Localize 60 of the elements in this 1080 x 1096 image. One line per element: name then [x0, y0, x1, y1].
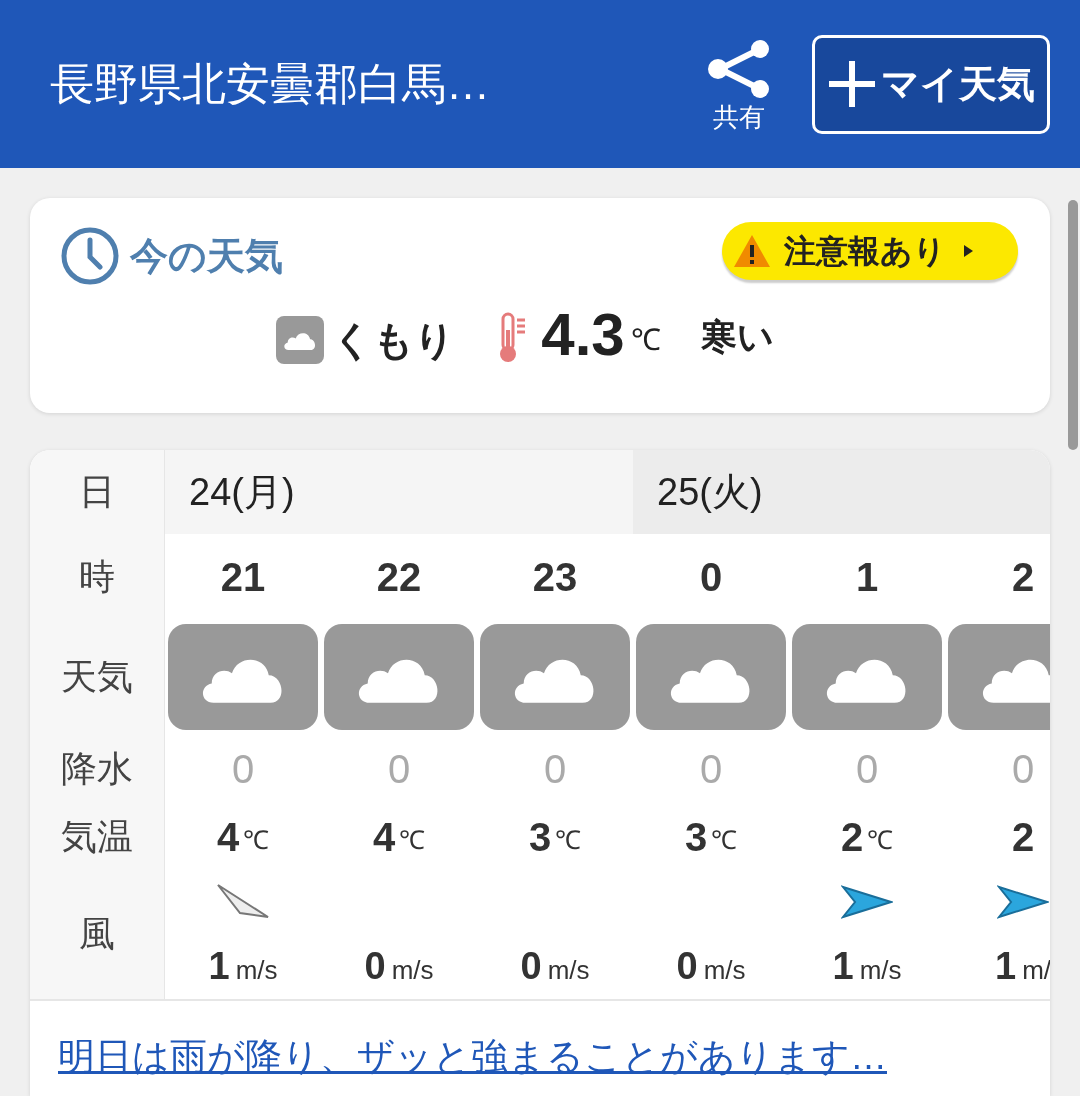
temperature-value: 4.3 [541, 300, 625, 370]
section-heading: 今の天気 [130, 233, 283, 279]
clock-icon [60, 226, 120, 286]
page-title: 長野県北安曇郡白馬… [50, 58, 491, 110]
temp-unit: ℃ [711, 824, 738, 857]
hour-text: 21 [220, 553, 266, 601]
wind-arrow-icon [997, 884, 1049, 919]
temp-text: 2 [840, 813, 864, 861]
temp-text: 4 [372, 813, 396, 861]
wind-arrow-icon [216, 882, 270, 921]
row-label: 天気 [61, 655, 133, 700]
wind-speed-text: 1 [832, 944, 854, 989]
temp-text: 4 [216, 813, 240, 861]
temp-unit: ℃ [867, 824, 894, 857]
hour-text: 1 [855, 553, 879, 601]
precip-text: 0 [387, 746, 411, 793]
temp-text: 3 [528, 813, 552, 861]
hour-text: 22 [376, 553, 422, 601]
wind-speed-text: 1 [995, 944, 1017, 989]
plus-icon [827, 59, 877, 109]
temp-unit: ℃ [399, 824, 426, 857]
forecast-summary-link[interactable]: 明日は雨が降り、ザッと強まることがあります… [58, 1036, 887, 1077]
wind-arrow-icon [841, 884, 893, 919]
row-label: 降水 [61, 747, 133, 792]
wind-speed-text: 0 [676, 944, 698, 989]
temp-unit: ℃ [243, 824, 270, 857]
row-label: 時 [79, 555, 115, 600]
wind-speed-text: 1 [208, 944, 230, 989]
add-my-weather-button[interactable]: マイ天気 [812, 34, 1050, 134]
precip-text: 0 [543, 746, 567, 793]
feel-text: 寒い [700, 315, 774, 359]
speed-unit: m/s [391, 954, 434, 987]
temp-text: 2 [1011, 813, 1035, 861]
condition-text: くもり [332, 317, 456, 364]
temp-unit: ℃ [555, 824, 582, 857]
row-label: 気温 [61, 814, 133, 859]
precip-text: 0 [699, 746, 723, 793]
temperature-unit: ℃ [630, 322, 661, 358]
alert-badge[interactable]: 注意報あり [722, 222, 1018, 280]
wind-speed-text: 0 [364, 944, 386, 989]
temp-text: 3 [684, 813, 708, 861]
speed-unit: m/s [859, 954, 902, 987]
speed-unit: m/s [703, 954, 746, 987]
hour-text: 2 [1011, 553, 1035, 601]
caret-icon [962, 244, 974, 258]
precip-text: 0 [231, 746, 255, 793]
speed-unit: m/s [547, 954, 590, 987]
wind-speed-text: 0 [520, 944, 542, 989]
date-cell: 24(月) [165, 450, 633, 534]
row-label: 日 [79, 470, 115, 515]
precip-text: 0 [855, 746, 879, 793]
hour-text: 0 [699, 553, 723, 601]
precip-text: 0 [1011, 746, 1035, 793]
share-icon [706, 39, 772, 98]
warning-icon [732, 233, 772, 269]
hour-text: 23 [532, 553, 578, 601]
row-label: 風 [79, 912, 115, 957]
speed-unit: m/s [235, 954, 278, 987]
date-cell: 25(火) [633, 450, 1050, 534]
share-button[interactable]: 共有 [706, 39, 772, 137]
